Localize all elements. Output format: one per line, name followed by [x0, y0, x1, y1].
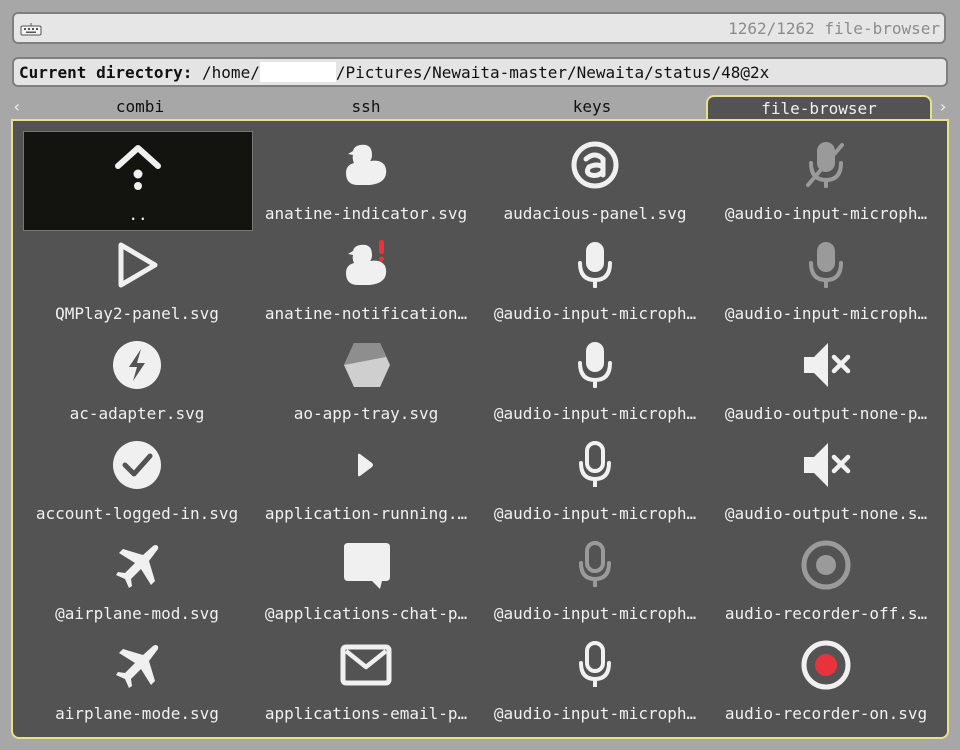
file-item-label: @applications-chat-p…	[264, 604, 468, 623]
file-item[interactable]: @audio-input-microph…	[481, 631, 709, 729]
check-circle-icon	[113, 441, 161, 489]
file-item[interactable]: anatine-indicator.svg	[252, 131, 480, 229]
file-item[interactable]: @airplane-mod.svg	[23, 531, 251, 629]
file-item[interactable]: applications-email-p…	[252, 631, 480, 729]
file-item[interactable]: audio-recorder-on.svg	[712, 631, 940, 729]
file-grid-panel: .. anatine-indicator.svg audacious-panel.…	[11, 119, 949, 739]
file-item[interactable]: @audio-input-microph…	[481, 531, 709, 629]
file-item-label: anatine-indicator.svg	[264, 204, 468, 223]
file-item-label: ao-app-tray.svg	[293, 404, 439, 423]
file-item-label: @audio-input-microph…	[493, 604, 697, 623]
file-item-label: account-logged-in.svg	[35, 504, 239, 523]
small-play-icon	[358, 453, 373, 477]
search-bar[interactable]: 1262/1262 file-browser	[12, 12, 946, 44]
tab-ssh[interactable]: ssh	[253, 95, 479, 121]
file-item-label: application-running.…	[264, 504, 468, 523]
file-item-label: audacious-panel.svg	[503, 204, 687, 223]
parent-directory-icon	[115, 145, 161, 190]
microphone-icon	[578, 242, 612, 288]
directory-path-prefix: /home/	[202, 63, 260, 82]
file-grid: .. anatine-indicator.svg audacious-panel.…	[13, 121, 947, 737]
keyboard-icon	[20, 23, 42, 36]
file-item[interactable]: anatine-notification…	[252, 231, 480, 329]
speaker-mute-icon	[804, 343, 851, 387]
chevron-right-icon[interactable]: ›	[937, 99, 949, 115]
file-item[interactable]: account-logged-in.svg	[23, 431, 251, 529]
file-item-label: @audio-input-microph…	[493, 404, 697, 423]
duck-icon	[346, 144, 387, 185]
file-item[interactable]: ao-app-tray.svg	[252, 331, 480, 429]
microphone-outline-dim-icon	[579, 541, 611, 587]
chevron-left-icon[interactable]: ‹	[11, 99, 23, 115]
tab-keys[interactable]: keys	[479, 95, 705, 121]
file-item-label: anatine-notification…	[264, 304, 468, 323]
file-item-label: audio-recorder-on.svg	[724, 704, 928, 723]
file-item-label: @audio-input-microph…	[493, 704, 697, 723]
microphone-muted-icon	[806, 142, 844, 188]
file-item-label: airplane-mode.svg	[55, 704, 219, 723]
file-item-label: ..	[128, 205, 148, 224]
file-item[interactable]: ..	[23, 131, 253, 231]
record-on-icon	[801, 640, 851, 690]
microphone-outline-icon	[579, 441, 611, 487]
file-item-label: @audio-input-microph…	[493, 304, 697, 323]
microphone-outline-icon	[579, 641, 611, 687]
file-item[interactable]: ac-adapter.svg	[23, 331, 251, 429]
tab-file-browser[interactable]: file-browser	[706, 95, 932, 121]
file-item[interactable]: audacious-panel.svg	[481, 131, 709, 229]
microphone-dim-icon	[809, 242, 843, 288]
file-item[interactable]: application-running.…	[252, 431, 480, 529]
play-outline-icon	[118, 242, 158, 288]
file-item[interactable]: @applications-chat-p…	[252, 531, 480, 629]
record-off-icon	[801, 540, 851, 590]
file-item[interactable]: audio-recorder-off.s…	[712, 531, 940, 629]
file-item[interactable]: QMPlay2-panel.svg	[23, 231, 251, 329]
tab-combi[interactable]: combi	[27, 95, 253, 121]
file-item-label: @audio-input-microph…	[493, 504, 697, 523]
speaker-mute-icon	[804, 443, 851, 487]
file-item-label: audio-recorder-off.s…	[724, 604, 928, 623]
file-item-label: applications-email-p…	[264, 704, 468, 723]
duck-alert-icon	[346, 240, 387, 285]
directory-path-suffix: /Pictures/Newaita-master/Newaita/status/…	[335, 63, 770, 82]
file-item[interactable]: @audio-input-microph…	[481, 331, 709, 429]
file-item-label: @airplane-mod.svg	[55, 604, 219, 623]
file-item[interactable]: @audio-input-microph…	[481, 231, 709, 329]
audacious-icon	[571, 141, 619, 189]
file-item[interactable]: @audio-input-microph…	[712, 231, 940, 329]
current-directory-bar: Current directory: /home/ /Pictures/Newai…	[12, 57, 948, 87]
chat-bubble-icon	[344, 543, 390, 589]
file-item[interactable]: airplane-mode.svg	[23, 631, 251, 729]
lightning-icon	[113, 341, 161, 389]
current-directory-label: Current directory:	[19, 63, 193, 82]
file-item-label: @audio-input-microph…	[724, 304, 928, 323]
file-item-label: @audio-input-microph…	[724, 204, 928, 223]
file-item-label: @audio-output-none-p…	[724, 404, 928, 423]
file-item-label: QMPlay2-panel.svg	[55, 304, 219, 323]
microphone-icon	[578, 342, 612, 388]
airplane-icon	[116, 645, 159, 688]
file-item-label: ac-adapter.svg	[69, 404, 205, 423]
file-item-label: @audio-output-none.s…	[724, 504, 928, 523]
file-item[interactable]: @audio-output-none-p…	[712, 331, 940, 429]
mode-tabs: ‹ combi ssh keys file-browser ›	[0, 95, 960, 121]
search-input[interactable]	[54, 18, 658, 40]
redacted-username	[259, 62, 336, 82]
envelope-icon	[340, 644, 392, 686]
hexagon-icon	[344, 343, 390, 387]
airplane-icon	[116, 545, 159, 588]
result-counter: 1262/1262 file-browser	[728, 19, 940, 38]
file-item[interactable]: @audio-input-microph…	[481, 431, 709, 529]
file-item[interactable]: @audio-output-none.s…	[712, 431, 940, 529]
file-item[interactable]: @audio-input-microph…	[712, 131, 940, 229]
